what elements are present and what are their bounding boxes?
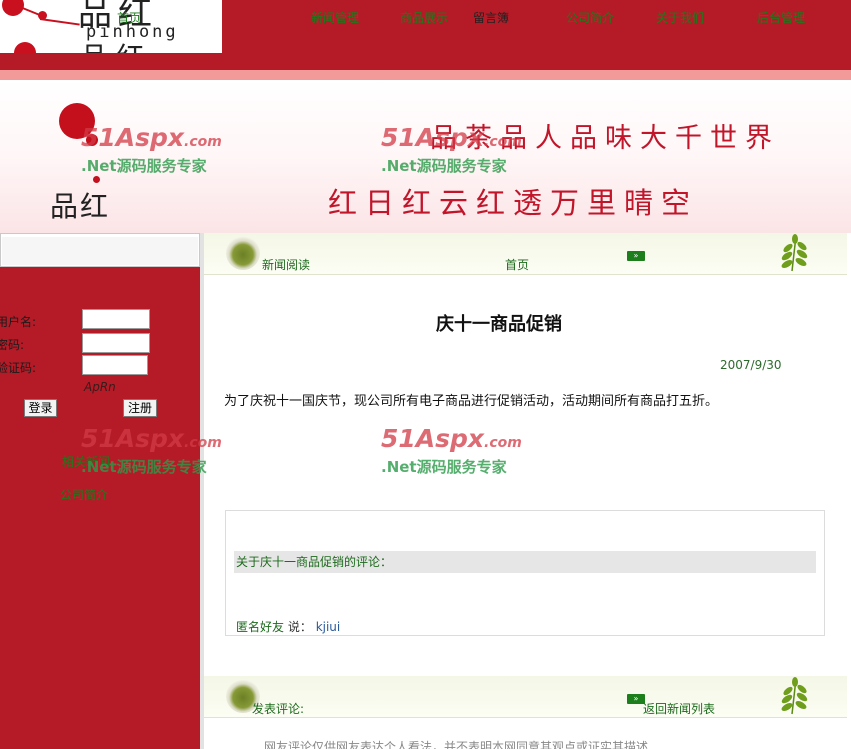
page-root: 品红 pinhong 品红 首页 新闻管理 商品展示 留言簿 公司简介 关于我们… [0,0,851,749]
logo-dot-icon [14,42,36,53]
header-band [0,52,851,70]
nav-guestbook[interactable]: 留言簿 [473,9,509,26]
banner-logo-text: 品红 [50,190,111,223]
sidebar-header-strip [0,233,200,267]
comment-says: 说： [287,620,312,634]
nav-products[interactable]: 商品展示 [400,9,448,26]
captcha-label: 验证码: [0,361,37,375]
nav-company-intro[interactable]: 公司简介 [566,9,614,26]
banner: 品红 品茶品人品味大千世界 红日红云红透万里晴空 [0,80,851,233]
username-label: 用户名: [0,315,37,329]
red-ball-icon [93,176,100,183]
top-header: 品红 pinhong 品红 首页 新闻管理 商品展示 留言簿 公司简介 关于我们… [0,0,851,80]
left-sidebar: 用户名: 密码: 验证码: ApRn 登录 注册 相关新闻 公司简介 [0,233,204,749]
article-body: 为了庆祝十一国庆节，现公司所有电子商品进行促销活动，活动期间所有商品打五折。 [224,394,719,409]
leaf-sprig-icon [781,677,808,715]
comments-box: 关于庆十一商品促销的评论： 匿名好友 说： kjiui [225,510,825,636]
nav-home[interactable]: 首页 [117,9,141,26]
back-to-news-list-link[interactable]: 返回新闻列表 [643,700,715,717]
captcha-image: ApRn [84,380,116,394]
nav-news-admin[interactable]: 新闻管理 [311,9,359,26]
username-input[interactable] [82,309,150,329]
banner-slogan-1: 品茶品人品味大千世界 [430,123,780,154]
news-section-title: 新闻阅读 [262,258,311,272]
leaf-sprig-icon [781,234,808,272]
banner-slogan-2: 红日红云红透万里晴空 [328,186,699,220]
article-title: 庆十一商品促销 [436,314,562,335]
main-content: 新闻阅读 首页 » 庆十一商品促销 2007/9/30 为了庆祝十一国庆节，现公… [204,233,851,749]
login-button[interactable]: 登录 [24,399,57,417]
sidebar-link-related-news[interactable]: 相关新闻 [62,453,110,470]
password-input[interactable] [82,333,150,353]
nav-admin[interactable]: 后台管理 [757,9,805,26]
password-label: 密码: [0,338,25,352]
article-date: 2007/9/30 [720,358,782,372]
nav-about-us[interactable]: 关于我们 [656,9,704,26]
site-logo[interactable]: 品红 pinhong 品红 [0,0,222,53]
double-arrow-icon: » [627,251,645,261]
captcha-input[interactable] [82,355,148,375]
header-pink-stripe [0,70,851,80]
post-comment-title: 发表评论: [252,702,305,716]
comment-author: 匿名好友 [236,620,285,634]
logo-line [39,18,80,26]
logo-chinese-text-repeat: 品红 [80,36,152,53]
comments-header: 关于庆十一商品促销的评论： [234,551,816,573]
sidebar-header-inner [2,237,198,265]
news-section-bar: 新闻阅读 首页 » [204,233,847,275]
post-comment-bar: 发表评论: » 返回新闻列表 [204,676,847,718]
tea-bowl-icon [226,236,260,270]
sidebar-link-company-intro[interactable]: 公司简介 [60,486,108,503]
breadcrumb-home-link[interactable]: 首页 [505,256,529,273]
register-button[interactable]: 注册 [123,399,157,417]
red-ball-icon [86,134,98,146]
comment-disclaimer: 网友评论仅供网友表达个人看法，并不表明本网同意其观点或证实其描述 [264,740,649,749]
comment-text: kjiui [315,620,341,634]
comment-item: 匿名好友 说： kjiui [236,618,340,635]
